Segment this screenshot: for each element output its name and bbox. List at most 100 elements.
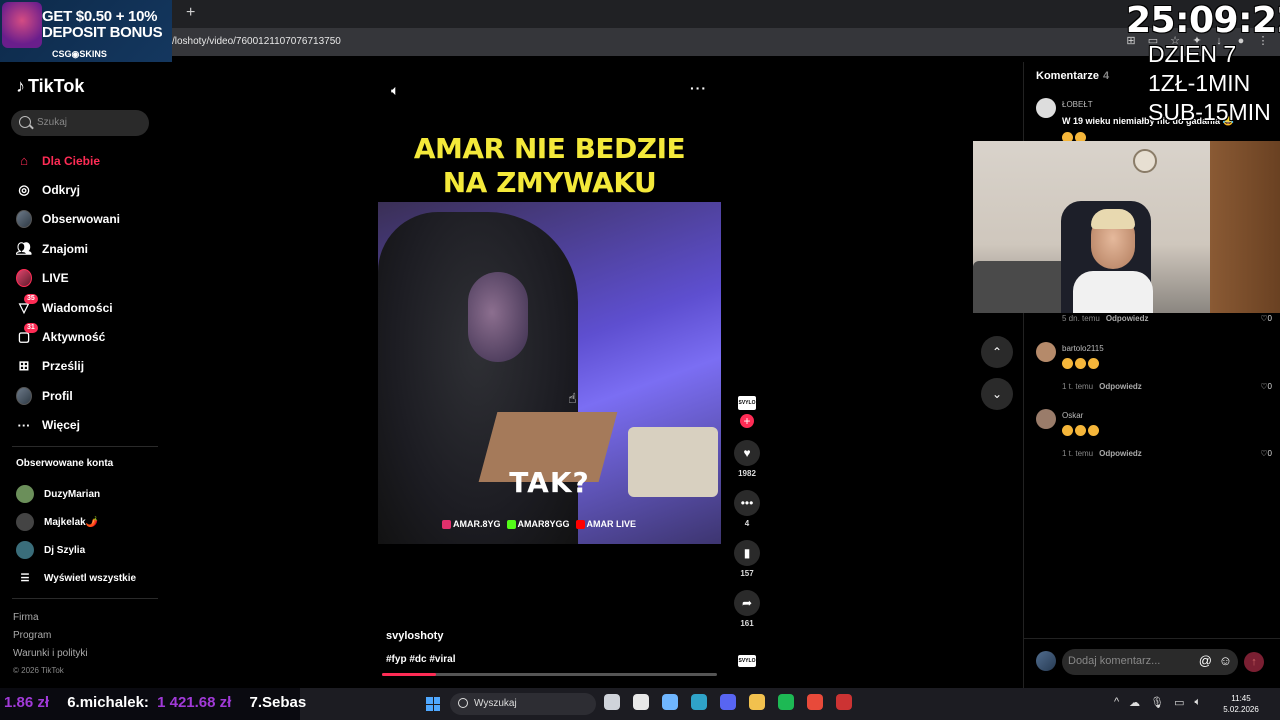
chevron-down-icon: ⌄ <box>991 387 1003 401</box>
show-all-link[interactable]: ☰ Wyświetl wszystkie <box>16 564 137 592</box>
spotify-icon[interactable] <box>778 694 794 710</box>
sidebar-item-for-you[interactable]: ⌂ Dla Ciebie <box>0 146 165 175</box>
video-progress-bar[interactable] <box>382 673 717 676</box>
copilot-icon[interactable] <box>662 694 678 710</box>
comment-emojis <box>1062 425 1099 436</box>
chrome-icon[interactable] <box>807 694 823 710</box>
sidebar-item-explore[interactable]: ◎ Odkryj <box>0 175 165 204</box>
comment-like[interactable]: ♡0 <box>1260 382 1272 391</box>
comment-user[interactable]: Oskar <box>1062 411 1083 420</box>
sidebar-item-upload[interactable]: ⊞ Prześlij <box>0 352 165 381</box>
save-button[interactable]: ▮ <box>734 540 760 566</box>
comment-user[interactable]: ŁOBEŁT <box>1062 100 1093 109</box>
tiktok-note-icon: ♪ <box>16 76 25 96</box>
search-input[interactable]: Szukaj <box>11 110 149 136</box>
sidebar-item-messages[interactable]: ▽ 35 Wiadomości <box>0 293 165 322</box>
taskbar-search[interactable]: Wyszukaj <box>450 693 596 715</box>
video-author[interactable]: svyloshoty <box>386 630 443 642</box>
chevron-up-icon: ⌃ <box>991 345 1003 359</box>
list-icon: ☰ <box>20 572 30 584</box>
music-disc[interactable]: SVYLO <box>738 655 756 667</box>
kick-icon <box>506 519 516 529</box>
address-bar[interactable]: /loshoty/video/7600121107076713750 ⊞ ▭ ☆… <box>0 28 1280 56</box>
previous-video-button[interactable]: ⌃ <box>981 336 1013 368</box>
reply-button[interactable]: Odpowiedz <box>1099 449 1142 458</box>
chevron-up-icon[interactable]: ^ <box>1114 696 1119 709</box>
url-text[interactable]: /loshoty/video/7600121107076713750 <box>172 36 341 47</box>
store-icon[interactable] <box>633 694 649 710</box>
messages-badge: 35 <box>24 293 38 304</box>
explorer-icon[interactable] <box>749 694 765 710</box>
emoji-picker-icon[interactable]: ☺ <box>1219 653 1232 668</box>
emoji-icon <box>1075 425 1086 436</box>
comment-like[interactable]: ♡0 <box>1260 314 1272 323</box>
network-icon[interactable]: ▭ <box>1174 696 1184 709</box>
followed-account-item[interactable]: Majkelak🌶️ <box>16 508 136 536</box>
taskbar-apps <box>604 694 852 710</box>
creator-avatar[interactable]: SVYLO <box>738 396 756 410</box>
avatar <box>16 485 34 503</box>
promo-banner[interactable]: GET $0.50 + 10% DEPOSIT BONUS CSG◉SKINS <box>0 0 172 62</box>
social-label: AMAR.8YG <box>453 519 501 529</box>
reply-button[interactable]: Odpowiedz <box>1106 314 1149 323</box>
sidebar-item-label: LIVE <box>42 271 69 286</box>
sidebar-item-more[interactable]: ··· Więcej <box>0 411 165 440</box>
sidebar-item-friends[interactable]: 👥︎ Znajomi <box>0 234 165 263</box>
sidebar-item-following[interactable]: Obserwowani <box>0 205 165 234</box>
clock-time: 11:45 <box>1231 694 1251 703</box>
more-options-icon[interactable]: ··· <box>690 80 707 96</box>
tiktok-logo[interactable]: ♪ TikTok <box>16 76 84 97</box>
next-video-button[interactable]: ⌄ <box>981 378 1013 410</box>
follow-plus-icon[interactable]: + <box>740 414 754 428</box>
comment-item: bartolo2115 1 t. temu Odpowiedz ♡0 <box>1036 342 1276 392</box>
comment-like[interactable]: ♡0 <box>1260 449 1272 458</box>
comment-user[interactable]: bartolo2115 <box>1062 344 1104 353</box>
microphone-icon[interactable]: 🎙︎ <box>1150 696 1164 709</box>
send-comment-button[interactable]: ↑ <box>1244 652 1264 672</box>
windows-start-icon[interactable] <box>426 697 440 711</box>
avatar[interactable] <box>1036 98 1056 118</box>
stream-info: DZIEN 7 1ZŁ-1MIN SUB-15MIN <box>1148 40 1271 127</box>
promo-line2: DEPOSIT BONUS <box>42 24 163 41</box>
system-tray: ^ ☁ 🎙︎ ▭ 🔈︎ <box>1114 696 1201 709</box>
footer-link-terms[interactable]: Warunki i polityki <box>13 648 88 666</box>
speaker-icon[interactable]: 🔈︎ <box>1195 696 1202 709</box>
ticker-name: 6.michalek: <box>67 694 149 711</box>
divider <box>12 446 158 447</box>
share-button[interactable]: ➦ <box>734 590 760 616</box>
footer-link-program[interactable]: Program <box>13 630 88 648</box>
like-button[interactable]: ♥ <box>734 440 760 466</box>
new-tab-button[interactable]: + <box>186 4 195 22</box>
avatar <box>16 513 34 531</box>
comment-button[interactable]: ••• <box>734 490 760 516</box>
heart-icon: ♥ <box>743 446 751 460</box>
door-image <box>1210 141 1280 313</box>
avatar[interactable] <box>1036 342 1056 362</box>
video-tags[interactable]: #fyp #dc #viral <box>386 654 455 665</box>
sidebar-item-activity[interactable]: ▢ 31 Aktywność <box>0 322 165 351</box>
followed-account-item[interactable]: DuzyMarian <box>16 480 136 508</box>
volume-icon[interactable]: 🔈︎ <box>391 82 399 99</box>
emoji-icon <box>1088 425 1099 436</box>
mention-icon[interactable]: @ <box>1199 653 1212 668</box>
instagram-handle: AMAR.8YG <box>442 519 501 529</box>
emoji-icon <box>1062 425 1073 436</box>
comment-input[interactable]: Dodaj komentarz... @ ☺ <box>1062 649 1238 675</box>
video-face <box>468 272 528 362</box>
instagram-icon <box>442 519 451 529</box>
footer-link-company[interactable]: Firma <box>13 612 88 630</box>
taskbar-clock[interactable]: 11:45 5.02.2026 <box>1216 693 1266 715</box>
reply-button[interactable]: Odpowiedz <box>1099 382 1142 391</box>
sidebar-item-live[interactable]: LIVE <box>0 264 165 293</box>
edge-icon[interactable] <box>691 694 707 710</box>
app-icon[interactable] <box>836 694 852 710</box>
sidebar-item-profile[interactable]: Profil <box>0 381 165 410</box>
comment-like-count: 0 <box>1267 382 1272 391</box>
divider <box>12 598 158 599</box>
cloud-icon[interactable]: ☁ <box>1129 696 1140 709</box>
stream-rate: 1ZŁ-1MIN <box>1148 70 1251 96</box>
avatar[interactable] <box>1036 409 1056 429</box>
discord-icon[interactable] <box>720 694 736 710</box>
followed-account-item[interactable]: Dj Szylia <box>16 536 136 564</box>
task-view-icon[interactable] <box>604 694 620 710</box>
